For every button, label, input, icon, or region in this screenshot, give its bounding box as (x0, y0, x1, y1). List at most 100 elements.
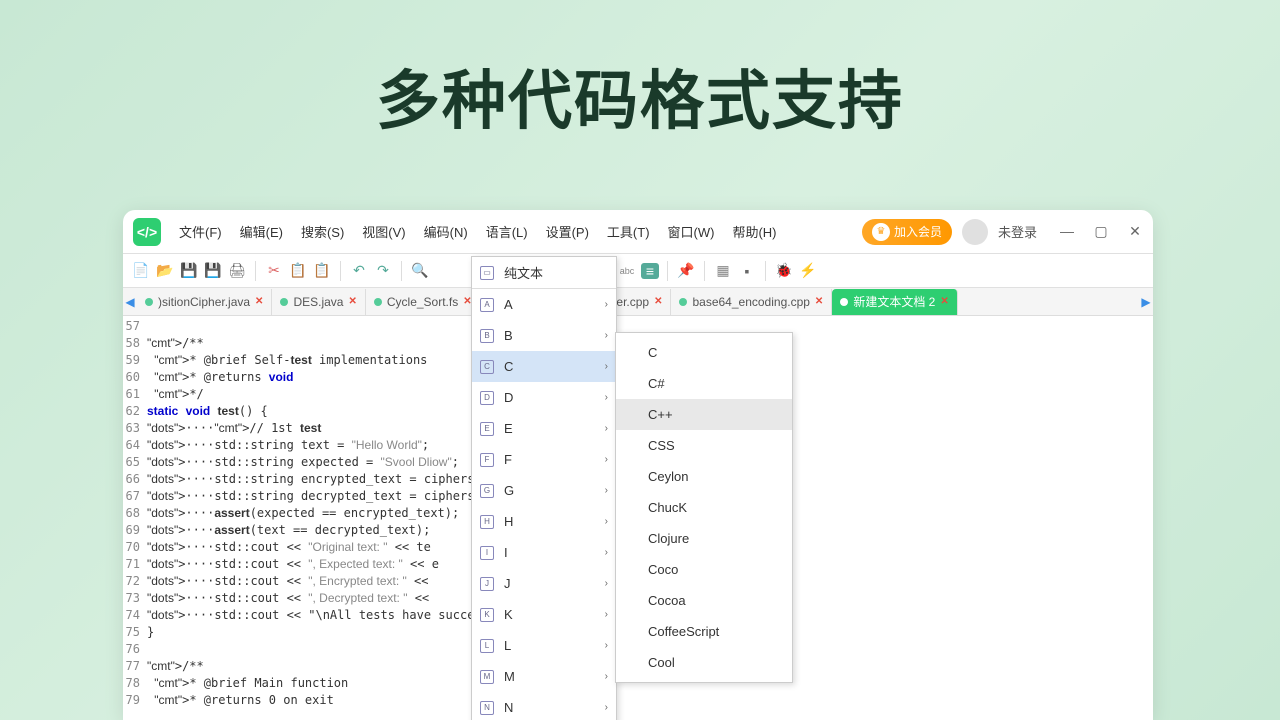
chevron-right-icon: › (605, 392, 608, 403)
tab-close-icon[interactable]: ✕ (815, 296, 823, 307)
new-file-icon[interactable]: 📄 (131, 261, 151, 281)
save-icon[interactable]: 💾 (179, 261, 199, 281)
lang-letter-label: E (504, 421, 513, 436)
lang-letter-label: D (504, 390, 513, 405)
tabbar: ◀ )sitionCipher.java✕ DES.java ✕ Cycle_Sort… (123, 288, 1153, 316)
editor-tab[interactable]: base64_encoding.cpp✕ (671, 289, 832, 315)
tab-close-icon[interactable]: ✕ (348, 296, 356, 307)
cut-icon[interactable]: ✂ (264, 261, 284, 281)
tab-status-dot (145, 298, 153, 306)
lang-option[interactable]: Coco (616, 554, 792, 585)
tab-label: DES.java (293, 295, 343, 309)
tab-next[interactable]: ▶ (1139, 295, 1153, 309)
lang-letter-label: K (504, 607, 513, 622)
editor-tab[interactable]: DES.java ✕ (272, 289, 365, 315)
lang-letter-N[interactable]: NN› (472, 692, 616, 720)
lang-option[interactable]: ChucK (616, 492, 792, 523)
lang-option[interactable]: Cool (616, 647, 792, 678)
abc-icon[interactable]: abc (617, 261, 637, 281)
tab-close-icon[interactable]: ✕ (940, 296, 948, 307)
lang-option[interactable]: C++ (616, 399, 792, 430)
lang-letter-K[interactable]: KK › (472, 599, 616, 630)
doc-icon: A (480, 298, 494, 312)
tab-close-icon[interactable]: ✕ (255, 296, 263, 307)
lang-letter-H[interactable]: HH› (472, 506, 616, 537)
chevron-right-icon: › (605, 578, 608, 589)
lang-option[interactable]: Ceylon (616, 461, 792, 492)
lang-letter-J[interactable]: JJ› (472, 568, 616, 599)
grid-icon[interactable]: ▦ (713, 261, 733, 281)
redo-icon[interactable]: ↷ (373, 261, 393, 281)
lang-letter-E[interactable]: EE› (472, 413, 616, 444)
copy-icon[interactable]: 📋 (288, 261, 308, 281)
menu-item[interactable]: 编码(N) (416, 218, 476, 245)
menu-item[interactable]: 设置(P) (538, 218, 597, 245)
avatar[interactable] (962, 219, 988, 245)
doc-icon: D (480, 391, 494, 405)
menu-item[interactable]: 编辑(E) (232, 218, 291, 245)
doc-icon: K (480, 608, 494, 622)
lang-letter-I[interactable]: II› (472, 537, 616, 568)
line-gutter: 57 58 59 60 61 62 63 64 65 66 67 68 69 7… (123, 316, 143, 720)
minimize-button[interactable]: — (1059, 223, 1075, 240)
lang-letter-A[interactable]: AA› (472, 289, 616, 320)
maximize-button[interactable]: ▢ (1093, 223, 1109, 240)
doc-icon: E (480, 422, 494, 436)
lang-option[interactable]: Cocoa (616, 585, 792, 616)
lightning-icon[interactable]: ⚡ (798, 261, 818, 281)
doc-icon: B (480, 329, 494, 343)
pin-icon[interactable]: 📌 (676, 261, 696, 281)
doc-icon: N (480, 701, 494, 715)
lang-option[interactable]: C# (616, 368, 792, 399)
crown-icon: ♛ (872, 223, 890, 241)
doc-icon: J (480, 577, 494, 591)
editor-tab[interactable]: )sitionCipher.java✕ (137, 289, 272, 315)
lang-option[interactable]: CoffeeScript (616, 616, 792, 647)
lang-letter-G[interactable]: GG› (472, 475, 616, 506)
paste-icon[interactable]: 📋 (312, 261, 332, 281)
menubar: 文件(F)编辑(E)搜索(S)视图(V)编码(N)语言(L)设置(P)工具(T)… (171, 218, 785, 245)
chevron-right-icon: › (605, 547, 608, 558)
menu-item[interactable]: 视图(V) (354, 218, 413, 245)
open-icon[interactable]: 📂 (155, 261, 175, 281)
menu-item[interactable]: 语言(L) (478, 218, 536, 245)
tab-prev[interactable]: ◀ (123, 295, 137, 309)
lang-letter-M[interactable]: MM› (472, 661, 616, 692)
lang-option[interactable]: Clojure (616, 523, 792, 554)
tab-status-dot (840, 298, 848, 306)
chevron-right-icon: › (605, 299, 608, 310)
close-button[interactable]: ✕ (1127, 223, 1143, 240)
menu-item[interactable]: 工具(T) (599, 218, 658, 245)
language-menu: ▭ 纯文本 AA›BB›CC›DD›EE›FF›GG›HH›II›JJ›KK›L… (471, 256, 617, 720)
chevron-right-icon: › (605, 516, 608, 527)
zoom-in-icon[interactable]: 🔍 (410, 261, 430, 281)
editor-tab[interactable]: Cycle_Sort.fs✕ (366, 289, 481, 315)
lang-letter-C[interactable]: CC› (472, 351, 616, 382)
menu-item[interactable]: 帮助(H) (724, 218, 784, 245)
lang-option[interactable]: C (616, 337, 792, 368)
menu-item[interactable]: 搜索(S) (293, 218, 352, 245)
tab-close-icon[interactable]: ✕ (654, 296, 662, 307)
menu-item[interactable]: 窗口(W) (660, 218, 723, 245)
lang-letter-label: L (504, 638, 511, 653)
lang-letter-L[interactable]: LL› (472, 630, 616, 661)
vip-button[interactable]: ♛ 加入会员 (862, 219, 952, 245)
lang-letter-D[interactable]: DD › (472, 382, 616, 413)
print-icon[interactable]: 🖨 (227, 261, 247, 281)
editor-tab[interactable]: 新建文本文档 2 ✕ (832, 289, 957, 315)
lang-plaintext[interactable]: ▭ 纯文本 (472, 257, 616, 288)
chevron-right-icon: › (605, 330, 608, 341)
lang-letter-B[interactable]: BB› (472, 320, 616, 351)
terminal-icon[interactable]: ▪ (737, 261, 757, 281)
lang-letter-F[interactable]: FF› (472, 444, 616, 475)
tab-label: 新建文本文档 2 (853, 293, 935, 310)
vip-label: 加入会员 (894, 223, 942, 240)
indent-icon[interactable]: ≡ (641, 263, 659, 279)
chevron-right-icon: › (605, 702, 608, 713)
lang-option[interactable]: CSS (616, 430, 792, 461)
bug-icon[interactable]: 🐞 (774, 261, 794, 281)
save-all-icon[interactable]: 💾 (203, 261, 223, 281)
undo-icon[interactable]: ↶ (349, 261, 369, 281)
menu-item[interactable]: 文件(F) (171, 218, 230, 245)
chevron-right-icon: › (605, 609, 608, 620)
